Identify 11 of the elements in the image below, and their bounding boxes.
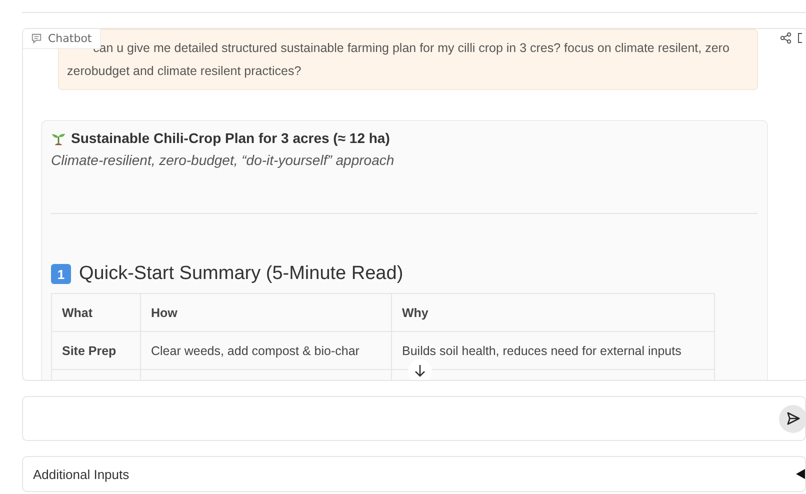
chatbot-label-text: Chatbot: [48, 32, 92, 45]
plan-title: Sustainable Chili-Crop Plan for 3 acres (≈ 12 ha): [71, 130, 390, 146]
section-heading: Quick-Start Summary (5-Minute Read): [79, 263, 404, 285]
plan-subtitle: Climate-resilient, zero-budget, “do-it-yourself” approach: [51, 152, 396, 168]
additional-inputs-accordion[interactable]: Additional Inputs: [22, 456, 806, 492]
column-header: How: [140, 294, 392, 332]
number-badge: 1: [51, 264, 71, 284]
table-cell: Site Prep: [52, 332, 140, 370]
column-header: What: [52, 294, 140, 332]
column-header: Why: [392, 294, 714, 332]
table-cell: Clear weeds, add compost & bio-char: [140, 332, 392, 370]
